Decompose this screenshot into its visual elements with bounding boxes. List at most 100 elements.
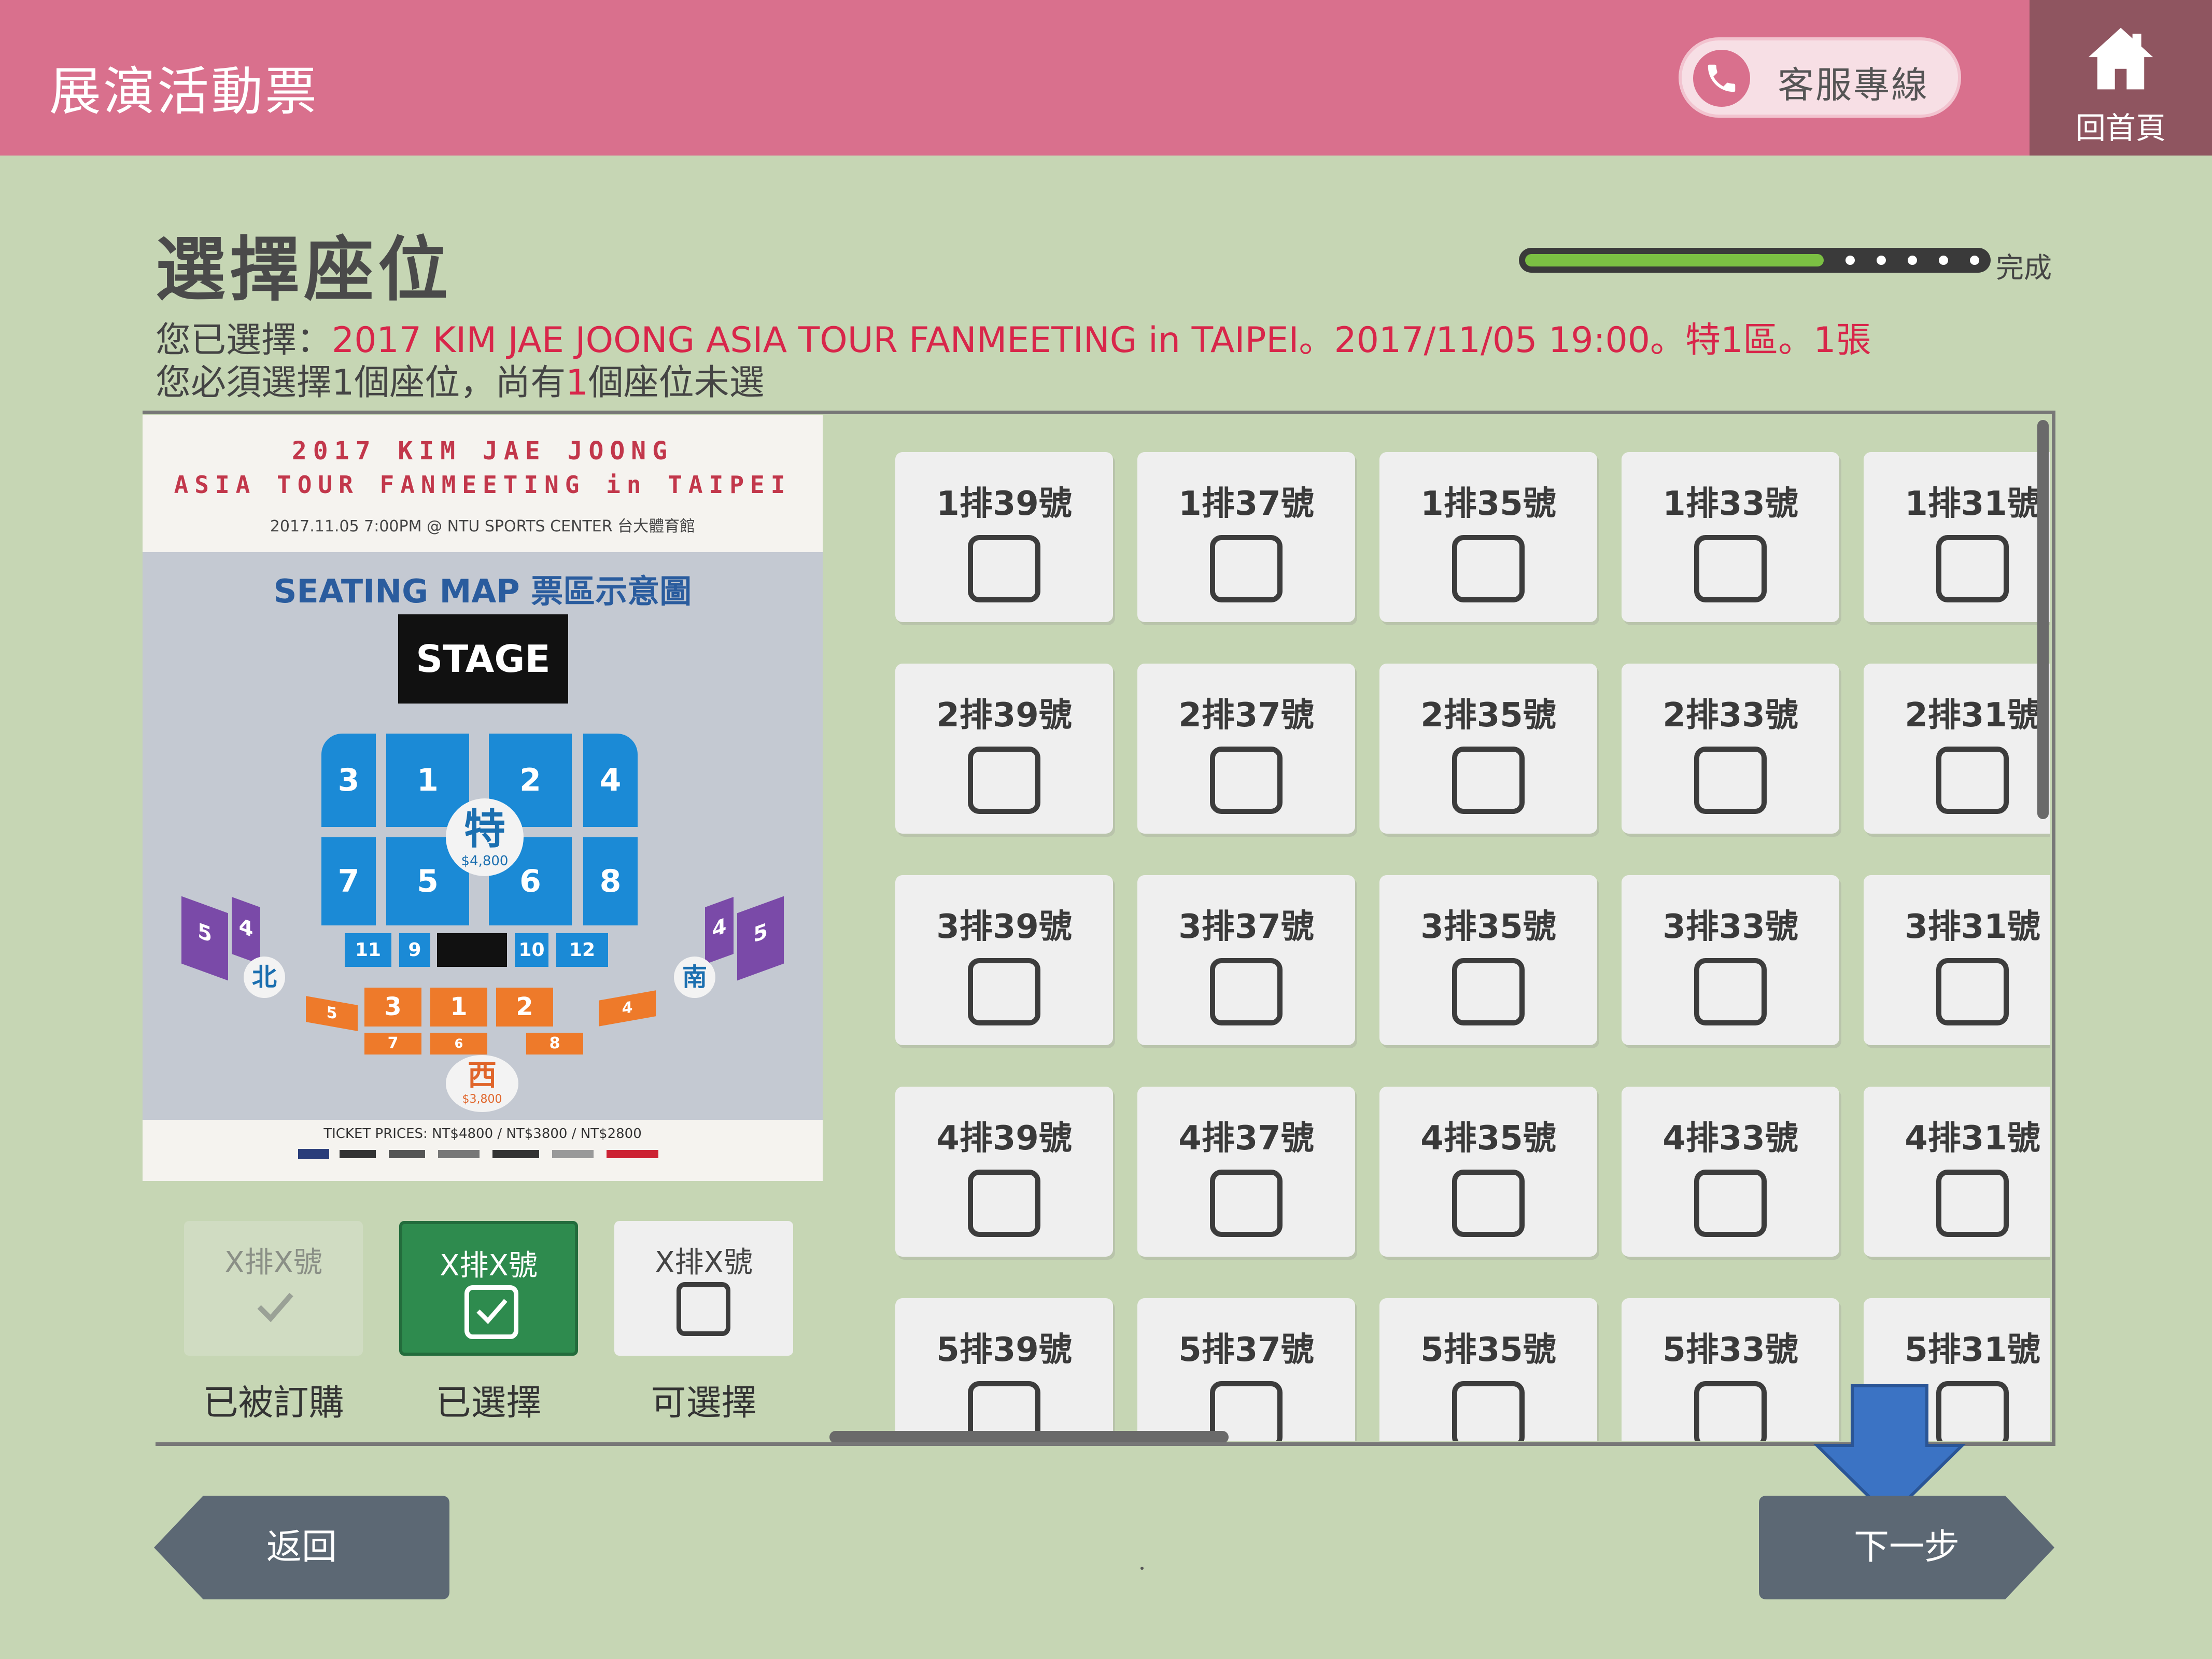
seat-checkbox[interactable] xyxy=(1694,747,1767,814)
next-step-button[interactable]: 下一步 xyxy=(1759,1496,2054,1599)
seat-label: 4排33號 xyxy=(1662,1119,1798,1158)
seat-label: 1排37號 xyxy=(1178,485,1314,523)
customer-service-button[interactable]: 客服專線 xyxy=(1679,37,1961,118)
seat-label: 4排39號 xyxy=(936,1119,1072,1158)
block-blue: 3 xyxy=(321,734,376,827)
seat-label: 2排35號 xyxy=(1420,696,1556,735)
west-zone-label: 西 $3,800 xyxy=(446,1055,518,1112)
seat-checkbox[interactable] xyxy=(1210,1170,1283,1237)
seat-checkbox[interactable] xyxy=(1452,1170,1525,1237)
seat-label: 3排33號 xyxy=(1662,908,1798,946)
seat-button[interactable]: 1排31號 xyxy=(1864,452,2050,622)
seat-button[interactable]: 4排33號 xyxy=(1622,1087,1839,1257)
block-orange: 1 xyxy=(430,988,487,1027)
seating-map: 2017 KIM JAE JOONG ASIA TOUR FANMEETING … xyxy=(143,415,823,1181)
special-zone-label: 特 $4,800 xyxy=(446,798,524,876)
block-purple: 5 xyxy=(181,896,228,981)
seat-checkbox[interactable] xyxy=(1210,535,1283,602)
customer-service-label: 客服專線 xyxy=(1778,64,1929,106)
seat-checkbox[interactable] xyxy=(1694,535,1767,602)
requirement-text-a: 您必須選擇 xyxy=(156,362,332,403)
map-footer: TICKET PRICES: NT$4800 / NT$3800 / NT$28… xyxy=(143,1120,823,1181)
horizontal-scrollbar[interactable] xyxy=(829,1431,1229,1443)
map-event-info: 2017.11.05 7:00PM @ NTU SPORTS CENTER 台大… xyxy=(270,517,696,536)
seat-checkbox[interactable] xyxy=(968,958,1040,1025)
seat-checkbox[interactable] xyxy=(1452,1381,1525,1441)
back-button[interactable]: 返回 xyxy=(154,1496,449,1599)
seat-label: 3排37號 xyxy=(1178,908,1314,946)
top-header: 展演活動票 客服專線 回首頁 xyxy=(0,0,2212,156)
seat-button[interactable]: 4排35號 xyxy=(1379,1087,1597,1257)
legend-booked: X排X號 xyxy=(184,1221,363,1356)
block-purple: 4 xyxy=(705,896,734,965)
phone-icon xyxy=(1693,50,1750,107)
seat-button[interactable]: 2排39號 xyxy=(895,664,1113,834)
legend-available-sample: X排X號 xyxy=(655,1246,753,1280)
seat-button[interactable]: 1排35號 xyxy=(1379,452,1597,622)
block-blue: 12 xyxy=(556,933,608,967)
seat-checkbox[interactable] xyxy=(968,1170,1040,1237)
special-zone-text: 特 xyxy=(464,805,505,853)
seat-checkbox[interactable] xyxy=(1452,535,1525,602)
seat-button[interactable]: 2排37號 xyxy=(1137,664,1355,834)
seat-button[interactable]: 3排35號 xyxy=(1379,875,1597,1045)
seat-checkbox[interactable] xyxy=(1694,1170,1767,1237)
seat-button[interactable]: 1排37號 xyxy=(1137,452,1355,622)
seat-button[interactable]: 3排31號 xyxy=(1864,875,2050,1045)
seat-button[interactable]: 3排37號 xyxy=(1137,875,1355,1045)
seat-label: 4排37號 xyxy=(1178,1119,1314,1158)
block-blue: 4 xyxy=(583,734,638,827)
block-blue: 11 xyxy=(345,933,391,967)
seat-button[interactable]: 1排39號 xyxy=(895,452,1113,622)
requirement-text-b: 個座位，尚有 xyxy=(354,362,566,403)
seat-checkbox[interactable] xyxy=(1936,535,2009,602)
seat-button[interactable]: 5排37號 xyxy=(1137,1298,1355,1441)
seat-checkbox[interactable] xyxy=(1694,1381,1767,1441)
seat-label: 3排31號 xyxy=(1905,908,2040,946)
progress-label: 完成 xyxy=(1996,251,2052,284)
seat-checkbox[interactable] xyxy=(1694,958,1767,1025)
seat-button[interactable]: 4排37號 xyxy=(1137,1087,1355,1257)
seat-checkbox[interactable] xyxy=(1936,747,2009,814)
seat-label: 1排35號 xyxy=(1420,485,1556,523)
seat-button[interactable]: 1排33號 xyxy=(1622,452,1839,622)
seat-checkbox[interactable] xyxy=(1452,958,1525,1025)
seat-button[interactable]: 3排33號 xyxy=(1622,875,1839,1045)
seat-label: 2排39號 xyxy=(936,696,1072,735)
check-icon xyxy=(257,1292,293,1323)
block-orange: 6 xyxy=(430,1033,487,1055)
app-title: 展演活動票 xyxy=(49,61,319,122)
seat-button[interactable]: 4排31號 xyxy=(1864,1087,2050,1257)
progress-step-dot xyxy=(1877,256,1886,265)
seat-button[interactable]: 2排33號 xyxy=(1622,664,1839,834)
ticket-prices: TICKET PRICES: NT$4800 / NT$3800 / NT$28… xyxy=(323,1126,642,1142)
seat-button[interactable]: 5排35號 xyxy=(1379,1298,1597,1441)
seat-checkbox[interactable] xyxy=(1936,1170,2009,1237)
seat-button[interactable]: 3排39號 xyxy=(895,875,1113,1045)
requirement-remaining: 1 xyxy=(566,362,588,403)
south-zone-label: 南 xyxy=(674,957,715,998)
progress-step-dot xyxy=(1970,256,1979,265)
stage-block: STAGE xyxy=(398,614,568,704)
seat-button[interactable]: 2排35號 xyxy=(1379,664,1597,834)
stray-dot xyxy=(1140,1567,1144,1570)
seat-checkbox[interactable] xyxy=(968,747,1040,814)
legend-available-caption: 可選擇 xyxy=(651,1383,757,1424)
page-title: 選擇座位 xyxy=(156,229,452,311)
seat-button[interactable]: 5排33號 xyxy=(1622,1298,1839,1441)
home-icon xyxy=(2088,27,2153,90)
map-header: 2017 KIM JAE JOONG ASIA TOUR FANMEETING … xyxy=(143,415,823,552)
seat-button[interactable]: 5排39號 xyxy=(895,1298,1113,1441)
seat-button[interactable]: 2排31號 xyxy=(1864,664,2050,834)
seat-label: 2排31號 xyxy=(1905,696,2040,735)
seat-checkbox[interactable] xyxy=(968,535,1040,602)
seat-label: 5排35號 xyxy=(1420,1331,1556,1369)
block-orange: 2 xyxy=(496,988,553,1027)
home-button[interactable]: 回首頁 xyxy=(2030,0,2212,156)
seat-checkbox[interactable] xyxy=(1936,958,2009,1025)
seat-checkbox[interactable] xyxy=(1210,747,1283,814)
seat-checkbox[interactable] xyxy=(1210,958,1283,1025)
seat-checkbox[interactable] xyxy=(1452,747,1525,814)
vertical-scrollbar[interactable] xyxy=(2037,420,2049,819)
seat-button[interactable]: 4排39號 xyxy=(895,1087,1113,1257)
